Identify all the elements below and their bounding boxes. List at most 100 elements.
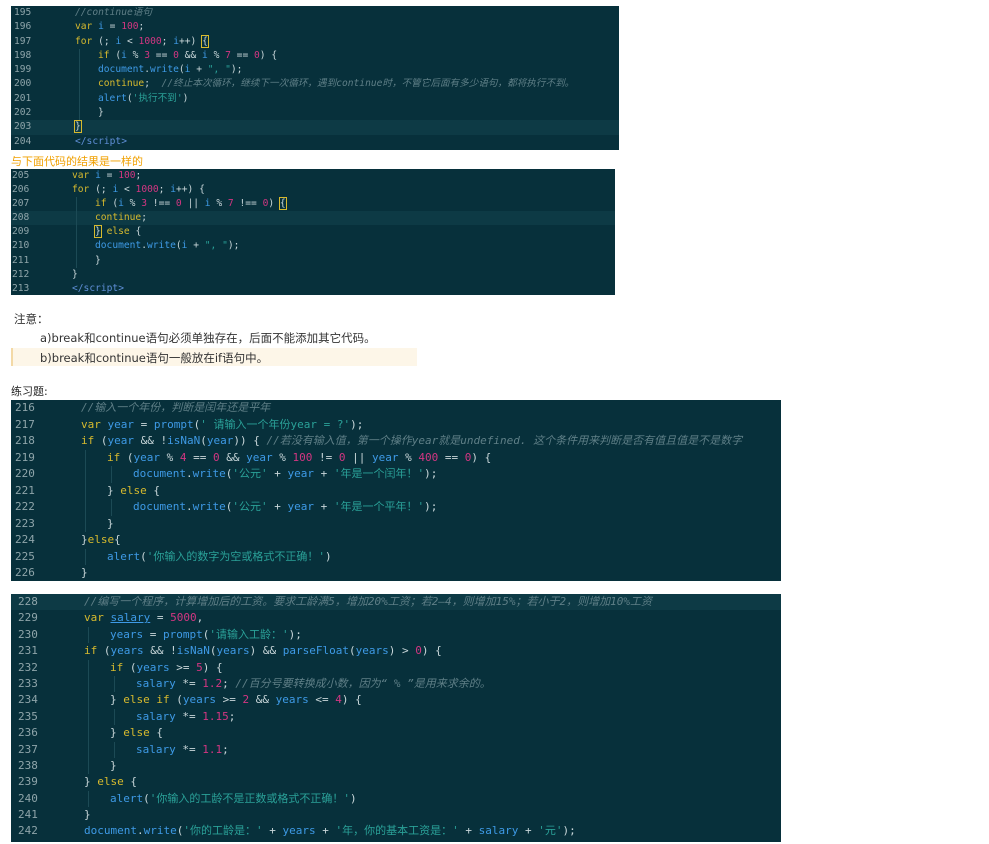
code-line: 231 if (years && !isNaN(years) && parseFl… — [11, 643, 781, 659]
line-number: 199 — [14, 64, 32, 76]
line-number: 212 — [12, 268, 30, 280]
line-number: 202 — [14, 107, 32, 119]
line-number: 210 — [12, 240, 30, 252]
code-line: 234} else if (years >= 2 && years <= 4) … — [11, 692, 781, 709]
code-line: 239 } else { — [11, 774, 781, 790]
note-item-a: a)break和continue语句必须单独存在，后面不能添加其它代码。 — [40, 331, 376, 345]
line-number: 198 — [14, 49, 32, 61]
line-number: 195 — [14, 7, 32, 18]
code-text: if (i % 3 == 0 && i % 7 == 0) { — [98, 49, 278, 61]
indent-guide — [114, 741, 115, 758]
indent-guide — [88, 725, 89, 742]
line-number: 226 — [15, 566, 35, 579]
line-number: 220 — [15, 467, 35, 480]
indent-guide — [76, 211, 77, 226]
code-text: document.write('公元' + year + '年是一个平年！'); — [133, 500, 438, 513]
code-text: if (years && !isNaN(years) && parseFloat… — [84, 644, 442, 658]
line-number: 208 — [12, 212, 30, 224]
code-text: } — [81, 566, 88, 579]
code-text: } else { — [94, 225, 142, 239]
line-number: 224 — [15, 533, 35, 546]
indent-guide — [114, 708, 115, 726]
indent-guide — [88, 741, 89, 758]
line-number: 239 — [18, 775, 38, 789]
code-line: 197 for (; i < 1000; i++) { — [11, 34, 619, 49]
indent-guide — [114, 675, 115, 693]
line-number: 213 — [12, 282, 30, 294]
code-text: var year = prompt(' 请输入一个年份year = ?'); — [81, 417, 364, 431]
note-title: 注意： — [14, 312, 49, 326]
code-block-continue: 195 //continue语句 196 var i = 100; 197 for (; … — [11, 6, 619, 150]
code-text: //输入一个年份，判断是闰年还是平年 — [81, 401, 271, 414]
code-text: salary *= 1.1; — [136, 742, 229, 756]
line-number: 235 — [18, 709, 38, 723]
indent-guide — [79, 63, 80, 78]
code-line: 203} — [11, 120, 619, 135]
code-text: } — [110, 758, 117, 772]
line-number: 205 — [12, 170, 30, 181]
indent-guide — [85, 482, 86, 499]
code-text: if (year && !isNaN(year)) { //若没有输入值，第一个… — [81, 434, 743, 447]
line-number: 219 — [15, 450, 35, 464]
line-number: 223 — [15, 516, 35, 530]
code-line: 220 document.write('公元' + year + '年是一个闰年！… — [11, 466, 781, 483]
code-line: 207 if (i % 3 !== 0 || i % 7 !== 0) { — [11, 197, 615, 212]
code-line: 198 if (i % 3 == 0 && i % 7 == 0) { — [11, 48, 619, 64]
line-number: 232 — [18, 660, 38, 674]
code-line: 223} — [11, 515, 781, 532]
code-text: document.write('公元' + year + '年是一个闰年！'); — [133, 467, 438, 480]
indent-guide — [76, 253, 77, 268]
code-text: } — [95, 254, 101, 266]
line-number: 207 — [12, 198, 30, 210]
code-text: salary *= 1.2; //百分号要转换成小数，因为“ % ”是用来求余的… — [136, 676, 491, 690]
code-line: 216 //输入一个年份，判断是闰年还是平年 — [11, 400, 781, 417]
code-line: 200 continue; //终止本次循环，继续下一次循环，遇到continue… — [11, 77, 619, 92]
code-line: 201 alert('执行不到') — [11, 91, 619, 107]
code-text: //continue语句 — [75, 7, 152, 18]
line-number: 221 — [15, 483, 35, 497]
indent-guide — [85, 548, 86, 565]
indent-guide — [85, 515, 86, 532]
code-line: 233 salary *= 1.2; //百分号要转换成小数，因为“ % ”是用来… — [11, 675, 781, 693]
code-text: for (; i < 1000; i++) { — [75, 34, 209, 48]
indent-guide — [76, 225, 77, 240]
line-number: 230 — [18, 627, 38, 641]
code-text: }else{ — [81, 533, 121, 546]
equivalence-caption: 与下面代码的结果是一样的 — [11, 155, 143, 168]
code-text: if (i % 3 !== 0 || i % 7 !== 0) { — [95, 197, 287, 211]
line-number: 201 — [14, 92, 32, 104]
line-number: 241 — [18, 808, 38, 822]
code-line: 230 years = prompt('请输入工龄：'); — [11, 626, 781, 644]
line-number: 237 — [18, 742, 38, 756]
code-text: continue; — [95, 212, 147, 224]
code-text: } else { — [110, 726, 163, 740]
code-line: 213 </script> — [11, 282, 615, 295]
code-line: 211} — [11, 253, 615, 268]
code-text: } else { — [84, 775, 137, 789]
code-text: if (year % 4 == 0 && year % 100 != 0 || … — [107, 450, 492, 464]
code-line: 204 </script> — [11, 135, 619, 149]
line-number: 216 — [15, 401, 35, 414]
code-line: 229 var salary = 5000, — [11, 610, 781, 626]
code-text: continue; //终止本次循环，继续下一次循环，遇到continue时，不… — [98, 78, 575, 90]
code-block-leap-year: 216 //输入一个年份，判断是闰年还是平年 217 var year = promp… — [11, 400, 781, 581]
code-text: </script> — [72, 282, 124, 294]
code-text: } — [107, 516, 114, 530]
code-text: document.write('你的工龄是：' + years + '年，你的基… — [84, 824, 576, 838]
code-text: years = prompt('请输入工龄：'); — [110, 627, 302, 641]
indent-guide — [88, 757, 89, 775]
line-number: 236 — [18, 726, 38, 740]
line-number: 218 — [15, 434, 35, 447]
code-block-equivalent: 205 var i = 100; 206 for (; i < 1000; i++) … — [11, 169, 615, 295]
code-text: if (years >= 5) { — [110, 660, 223, 674]
indent-guide — [85, 499, 86, 516]
indent-guide — [88, 675, 89, 693]
code-line: 222 document.write('公元' + year + '年是一个平年！… — [11, 499, 781, 516]
code-text: document.write(i + ", "); — [95, 240, 240, 252]
code-line: 195 //continue语句 — [11, 6, 619, 20]
code-line: 221} else { — [11, 482, 781, 499]
code-text: } — [98, 107, 104, 119]
line-number: 209 — [12, 226, 30, 238]
code-text: var i = 100; — [72, 170, 142, 181]
indent-guide — [85, 449, 86, 466]
